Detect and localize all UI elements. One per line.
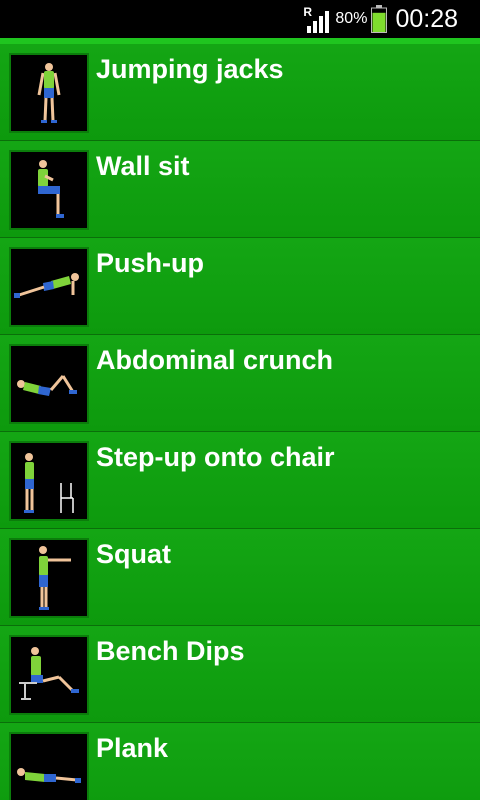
exercise-label: Bench Dips	[96, 636, 245, 666]
signal-indicator: R	[303, 4, 333, 34]
jumping-jacks-figure-icon	[9, 53, 89, 133]
exercise-row-wall-sit[interactable]: Wall sit	[0, 141, 480, 238]
exercise-label: Jumping jacks	[96, 54, 284, 84]
exercise-row-bench-dips[interactable]: Bench Dips	[0, 626, 480, 723]
step-up-figure-icon	[9, 441, 89, 521]
exercise-row-plank[interactable]: Plank	[0, 723, 480, 800]
exercise-list[interactable]: Jumping jacks Wall sit Push-up Abdominal…	[0, 44, 480, 800]
squat-figure-icon	[9, 538, 89, 618]
signal-icon	[307, 11, 330, 33]
exercise-label: Abdominal crunch	[96, 345, 334, 375]
push-up-figure-icon	[9, 247, 89, 327]
clock: 00:28	[395, 4, 458, 33]
exercise-label: Step-up onto chair	[96, 442, 335, 472]
plank-figure-icon	[9, 732, 89, 800]
battery-percent: 80%	[335, 10, 368, 27]
exercise-label: Plank	[96, 733, 169, 763]
wall-sit-figure-icon	[9, 150, 89, 230]
exercise-label: Push-up	[96, 248, 204, 278]
exercise-row-push-up[interactable]: Push-up	[0, 238, 480, 335]
exercise-row-step-up-onto-chair[interactable]: Step-up onto chair	[0, 432, 480, 529]
status-icons: R 80% 00:28	[303, 0, 458, 38]
exercise-row-squat[interactable]: Squat	[0, 529, 480, 626]
bench-dips-figure-icon	[9, 635, 89, 715]
exercise-row-jumping-jacks[interactable]: Jumping jacks	[0, 44, 480, 141]
exercise-row-abdominal-crunch[interactable]: Abdominal crunch	[0, 335, 480, 432]
battery-icon	[371, 5, 388, 33]
abdominal-crunch-figure-icon	[9, 344, 89, 424]
exercise-label: Wall sit	[96, 151, 190, 181]
exercise-label: Squat	[96, 539, 172, 569]
status-bar: R 80% 00:28	[0, 0, 480, 38]
